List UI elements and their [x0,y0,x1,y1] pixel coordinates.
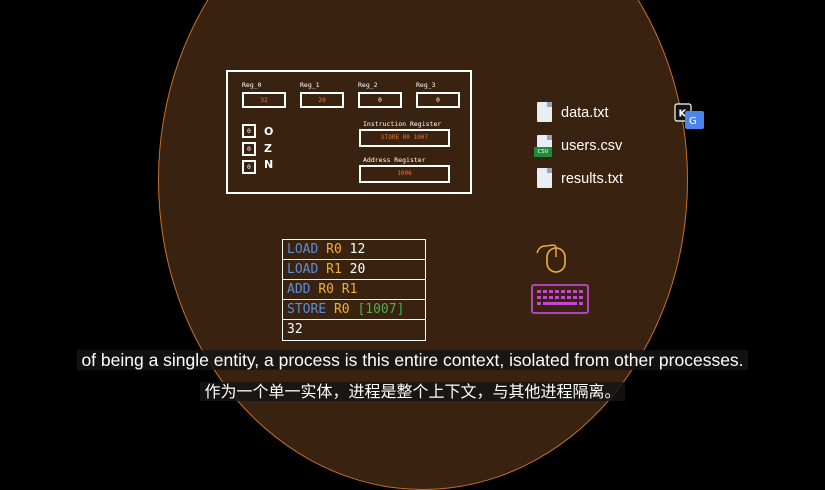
code-output: 32 [287,322,303,337]
text-file-icon [537,168,552,188]
reg-2-value: 0 [358,92,402,108]
address-register-value: 1006 [359,165,450,183]
negative-flag-box: 0 [242,160,256,174]
svg-text:G: G [689,116,697,127]
subtitle-english: of being a single entity, a process is t… [0,350,825,371]
negative-flag-letter: N [264,158,274,171]
file-item-users-csv[interactable]: CSV users.csv [534,135,654,159]
reg-0-value: 32 [242,92,286,108]
code-line: ADD R0 R1 [283,280,425,300]
file-name: results.txt [561,171,624,187]
csv-tag: CSV [534,147,552,157]
translate-icon[interactable]: K G [674,103,708,131]
instruction-register-value: STORE R0 1007 [359,129,450,147]
zero-flag-letter: Z [264,142,272,155]
file-name: users.csv [561,138,623,154]
mouse-icon [536,244,566,273]
reg-1-label: Reg_1 [300,81,320,89]
code-line: STORE R0 [1007] [283,300,425,320]
subtitle-chinese: 作为一个单一实体，进程是整个上下文，与其他进程隔离。 [0,378,825,402]
zero-flag-box: 0 [242,142,256,156]
reg-3-value: 0 [416,92,460,108]
instruction-register-label: Instruction Register [363,120,442,128]
file-item-data-txt[interactable]: data.txt [534,102,654,126]
reg-3-label: Reg_3 [416,81,436,89]
code-line: LOAD R1 20 [283,260,425,280]
text-file-icon [537,102,552,122]
keyboard-icon [531,284,589,314]
file-name: data.txt [561,105,609,121]
reg-2-label: Reg_2 [358,81,378,89]
address-register-label: Address Register [363,156,426,164]
file-item-results-txt[interactable]: results.txt [534,168,654,192]
overflow-flag-box: 0 [242,124,256,138]
cpu-panel: Reg_0 Reg_1 Reg_2 Reg_3 32 20 0 0 0 0 0 … [226,70,472,194]
overflow-flag-letter: O [264,125,274,138]
reg-0-label: Reg_0 [242,81,262,89]
reg-1-value: 20 [300,92,344,108]
program-code-block: LOAD R0 12 LOAD R1 20 ADD R0 R1 STORE R0… [282,239,426,341]
code-line: LOAD R0 12 [283,240,425,260]
